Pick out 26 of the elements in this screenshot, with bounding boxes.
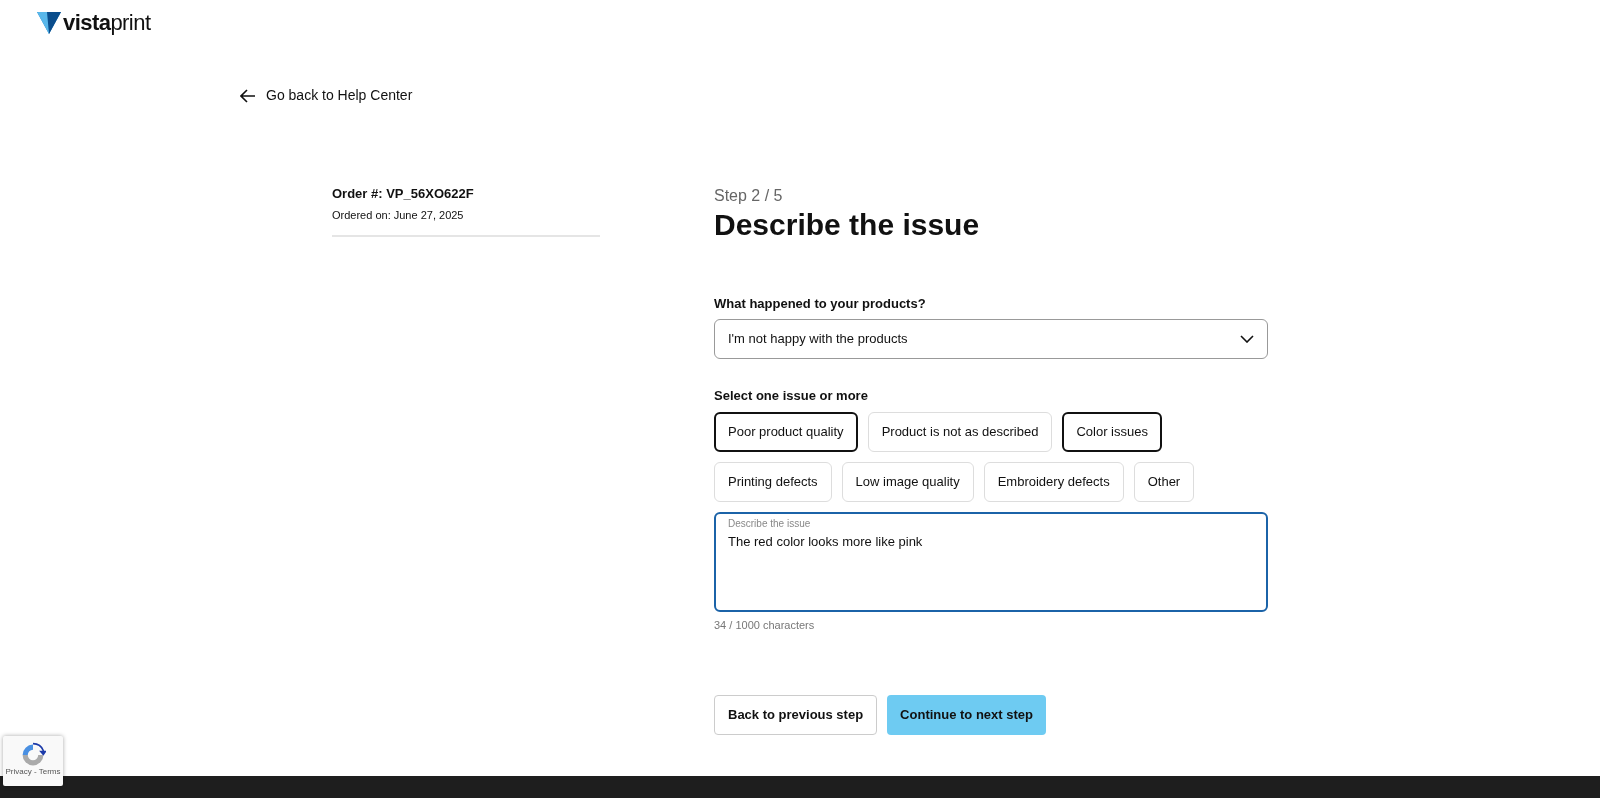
recaptcha-badge[interactable]: Privacy - Terms xyxy=(3,736,63,786)
order-number: Order #: VP_56XO622F xyxy=(332,185,475,203)
recaptcha-logo-icon xyxy=(20,742,46,768)
continue-button[interactable]: Continue to next step xyxy=(887,695,1046,735)
back-link[interactable]: Go back to Help Center xyxy=(240,85,413,106)
logo-text: vistaprint xyxy=(63,12,151,34)
description-field[interactable]: Describe the issue The red color looks more like pink xyxy=(714,511,1268,612)
issue-chip[interactable]: Printing defects xyxy=(714,461,832,502)
step-indicator: Step 2 / 5 xyxy=(714,186,784,206)
issue-chip[interactable]: Low image quality xyxy=(841,461,974,502)
issue-chip[interactable]: Embroidery defects xyxy=(983,461,1124,502)
character-counter: 34 / 1000 characters xyxy=(714,617,816,633)
issue-chip[interactable]: Product is not as described xyxy=(867,411,1053,452)
issue-chip[interactable]: Other xyxy=(1133,461,1195,502)
recaptcha-links[interactable]: Privacy - Terms xyxy=(5,768,61,776)
issue-chip[interactable]: Poor product quality xyxy=(714,411,858,452)
order-date: Ordered on: June 27, 2025 xyxy=(332,207,465,223)
issue-chip[interactable]: Color issues xyxy=(1062,411,1162,452)
page-title: Describe the issue xyxy=(714,207,981,243)
chevron-down-icon xyxy=(1240,335,1254,343)
logo-icon xyxy=(37,12,61,34)
back-arrow-icon xyxy=(240,88,256,103)
issue-type-dropdown[interactable]: I'm not happy with the products xyxy=(714,319,1268,359)
back-button[interactable]: Back to previous step xyxy=(714,695,878,735)
issues-label: Select one issue or more xyxy=(714,387,869,405)
question-label: What happened to your products? xyxy=(714,294,927,313)
